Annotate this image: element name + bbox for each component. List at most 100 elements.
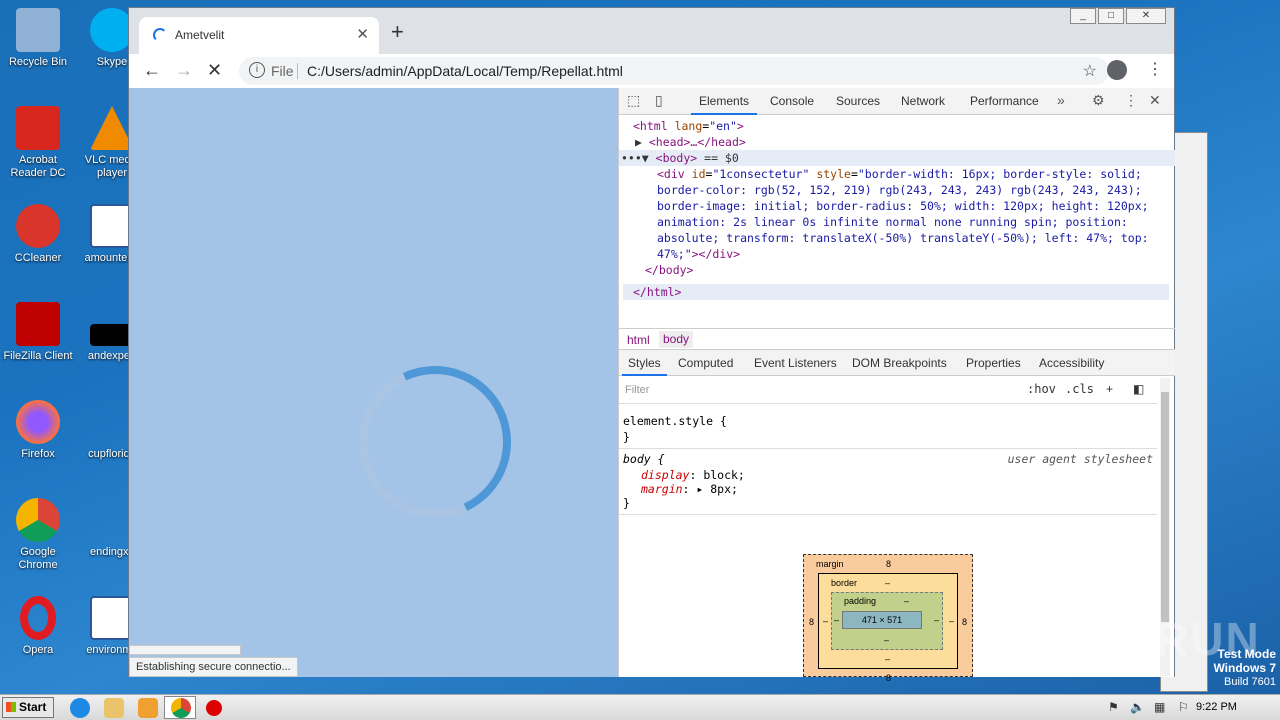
dom-line-body-close[interactable]: </body> xyxy=(645,262,693,278)
add-rule-icon[interactable]: + xyxy=(1106,382,1113,396)
close-window-button[interactable]: ✕ xyxy=(1126,8,1166,24)
tab-close-icon[interactable]: ✕ xyxy=(356,25,369,43)
tab-elements[interactable]: Elements xyxy=(690,94,758,115)
expand-triangle-icon[interactable]: ▶ xyxy=(635,135,642,149)
divider xyxy=(619,448,1157,449)
crumb-body[interactable]: body xyxy=(659,331,694,348)
desktop-icon-label: Acrobat Reader DC xyxy=(10,154,66,179)
tab-network[interactable]: Network xyxy=(901,94,945,108)
close-devtools-icon[interactable]: ✕ xyxy=(1149,92,1161,109)
clock[interactable]: 9:22 PM xyxy=(1196,701,1237,713)
row-highlight xyxy=(623,284,1169,300)
border-label: border xyxy=(831,578,858,588)
browser-tab[interactable]: Ametvelit ✕ xyxy=(139,17,379,54)
tab-properties[interactable]: Properties xyxy=(966,356,1021,370)
stop-loading-icon[interactable]: ✕ xyxy=(207,60,222,81)
warning-app-icon[interactable] xyxy=(206,700,222,716)
desktop-icon-recycle-bin[interactable]: Recycle Bin xyxy=(0,8,76,69)
new-tab-button[interactable]: + xyxy=(391,19,404,45)
url-text[interactable]: C:/Users/admin/AppData/Local/Temp/Repell… xyxy=(307,63,623,79)
opera-icon xyxy=(20,596,56,640)
body-rule-selector[interactable]: body { xyxy=(623,452,665,466)
test-mode-text: Test Mode xyxy=(1217,647,1276,661)
margin-left-value[interactable]: 8 xyxy=(809,617,814,627)
filter-input[interactable]: Filter xyxy=(625,384,649,396)
ellipsis-icon[interactable]: ••• xyxy=(621,151,642,165)
crumb-html[interactable]: html xyxy=(627,333,650,347)
hov-toggle[interactable]: :hov xyxy=(1027,382,1056,396)
tab-accessibility[interactable]: Accessibility xyxy=(1039,356,1104,370)
margin-label: margin xyxy=(816,559,844,569)
window-controls: _ □ ✕ xyxy=(1068,8,1166,24)
inspect-element-icon[interactable]: ⬚ xyxy=(627,92,640,109)
element-style-rule[interactable]: element.style { xyxy=(623,414,727,428)
dom-line-head[interactable]: ▶ <head>…</head> xyxy=(635,134,746,150)
network-icon[interactable]: ▦ xyxy=(1154,700,1165,714)
more-tabs-icon[interactable]: » xyxy=(1057,92,1065,108)
volume-icon[interactable]: 🔈 xyxy=(1130,700,1145,714)
padding-top-value[interactable]: – xyxy=(904,596,909,606)
maximize-button[interactable]: □ xyxy=(1098,8,1124,24)
forward-arrow-icon[interactable]: → xyxy=(175,60,193,81)
tab-computed[interactable]: Computed xyxy=(678,356,733,370)
tab-title: Ametvelit xyxy=(175,28,225,42)
minimize-button[interactable]: _ xyxy=(1070,8,1096,24)
margin-top-value[interactable]: 8 xyxy=(886,559,891,569)
border-left-value[interactable]: – xyxy=(823,616,828,626)
address-bar[interactable]: i File C:/Users/admin/AppData/Local/Temp… xyxy=(239,57,1109,85)
collapse-triangle-icon[interactable]: ▼ xyxy=(642,151,649,165)
desktop-icon-label: FileZilla Client xyxy=(3,350,73,362)
browser-toolbar: ← → ✕ i File C:/Users/admin/AppData/Loca… xyxy=(129,54,1174,88)
dom-line-html-close[interactable]: </html> xyxy=(633,284,681,300)
display-declaration[interactable]: display: block; xyxy=(641,468,745,482)
ie-icon[interactable] xyxy=(70,698,90,718)
account-icon[interactable] xyxy=(1107,60,1127,80)
devtools-menu-icon[interactable]: ⋮ xyxy=(1124,92,1138,109)
sidebar-toggle-icon[interactable]: ◧ xyxy=(1133,382,1144,396)
dom-line-div[interactable]: <div id="1consectetur" style="border-wid… xyxy=(657,166,1142,182)
desktop-icon-firefox[interactable]: Firefox xyxy=(0,400,76,461)
padding-right-value[interactable]: – xyxy=(934,615,939,625)
media-player-icon[interactable] xyxy=(138,698,158,718)
dom-style-line: absolute; transform: translateX(-50%) tr… xyxy=(657,231,1149,245)
border-right-value[interactable]: – xyxy=(949,616,954,626)
recycle-bin-icon xyxy=(16,8,60,52)
margin-declaration[interactable]: margin: ▸ 8px; xyxy=(641,482,738,496)
border-bottom-value[interactable]: – xyxy=(885,654,890,664)
dom-line-html[interactable]: <html lang="en"> xyxy=(633,118,744,134)
menu-kebab-icon[interactable]: ⋮ xyxy=(1147,59,1163,79)
padding-bottom-value[interactable]: – xyxy=(884,635,889,645)
start-button[interactable]: Start xyxy=(2,697,54,718)
dom-line-body[interactable]: •••▼ <body> == $0 xyxy=(621,150,739,166)
desktop-icon-filezilla[interactable]: FileZilla Client xyxy=(0,302,76,363)
styles-subtabs: Styles Computed Event Listeners DOM Brea… xyxy=(619,350,1175,376)
chrome-taskbar-button[interactable] xyxy=(164,696,196,719)
tab-event-listeners[interactable]: Event Listeners xyxy=(754,356,837,370)
desktop-icon-acrobat[interactable]: Acrobat Reader DC xyxy=(0,106,76,180)
flag-icon[interactable]: ⚑ xyxy=(1108,700,1119,714)
explorer-folder-icon[interactable] xyxy=(104,698,124,718)
tab-styles[interactable]: Styles xyxy=(622,356,667,376)
info-icon[interactable]: i xyxy=(249,62,265,78)
tab-performance[interactable]: Performance xyxy=(970,94,1039,108)
device-toolbar-icon[interactable]: ▯ xyxy=(655,92,663,109)
gear-icon[interactable]: ⚙ xyxy=(1092,92,1105,109)
tab-dom-breakpoints[interactable]: DOM Breakpoints xyxy=(852,356,947,370)
desktop-icon-chrome[interactable]: Google Chrome xyxy=(0,498,76,572)
tab-console[interactable]: Console xyxy=(770,94,814,108)
margin-bottom-value[interactable]: 8 xyxy=(886,673,891,683)
action-center-icon[interactable]: ⚐ xyxy=(1178,700,1189,714)
padding-left-value[interactable]: – xyxy=(834,615,839,625)
bookmark-star-icon[interactable]: ☆ xyxy=(1083,61,1097,81)
tab-sources[interactable]: Sources xyxy=(836,94,880,108)
scroll-thumb[interactable] xyxy=(1161,392,1169,622)
back-arrow-icon[interactable]: ← xyxy=(143,60,161,81)
desktop-icon-ccleaner[interactable]: CCleaner xyxy=(0,204,76,265)
status-overlay xyxy=(129,645,241,655)
margin-right-value[interactable]: 8 xyxy=(962,617,967,627)
content-box[interactable]: 471 × 571 xyxy=(842,611,922,629)
border-top-value[interactable]: – xyxy=(885,578,890,588)
desktop-icon-label: Opera xyxy=(22,644,54,656)
cls-toggle[interactable]: .cls xyxy=(1065,382,1094,396)
desktop-icon-opera[interactable]: Opera xyxy=(0,596,76,657)
